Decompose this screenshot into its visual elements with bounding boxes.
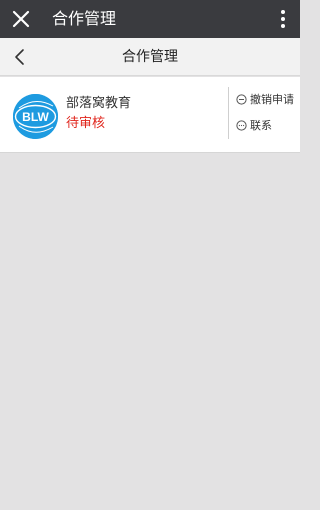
contact-label: 联系 [250,119,272,132]
revoke-application-button[interactable]: 撤销申请 [236,90,294,108]
more-vertical-icon[interactable] [276,7,290,31]
revoke-label: 撤销申请 [250,93,294,106]
org-logo-text: BLW [22,110,49,124]
page-title: 合作管理 [122,49,178,65]
window-title: 合作管理 [52,9,117,28]
vertical-divider [228,87,229,139]
close-icon[interactable] [9,7,33,31]
top-bar: 合作管理 [0,0,300,38]
status-badge: 待审核 [66,116,106,131]
cooperation-item: BLW 部落窝教育 待审核 撤销申请 联系 [0,77,300,153]
page-header: 合作管理 [0,38,300,76]
contact-button[interactable]: 联系 [236,116,272,134]
org-logo: BLW [13,94,58,139]
ellipsis-circle-icon [236,119,247,131]
minus-circle-icon [236,93,247,105]
org-name: 部落窝教育 [66,96,132,111]
